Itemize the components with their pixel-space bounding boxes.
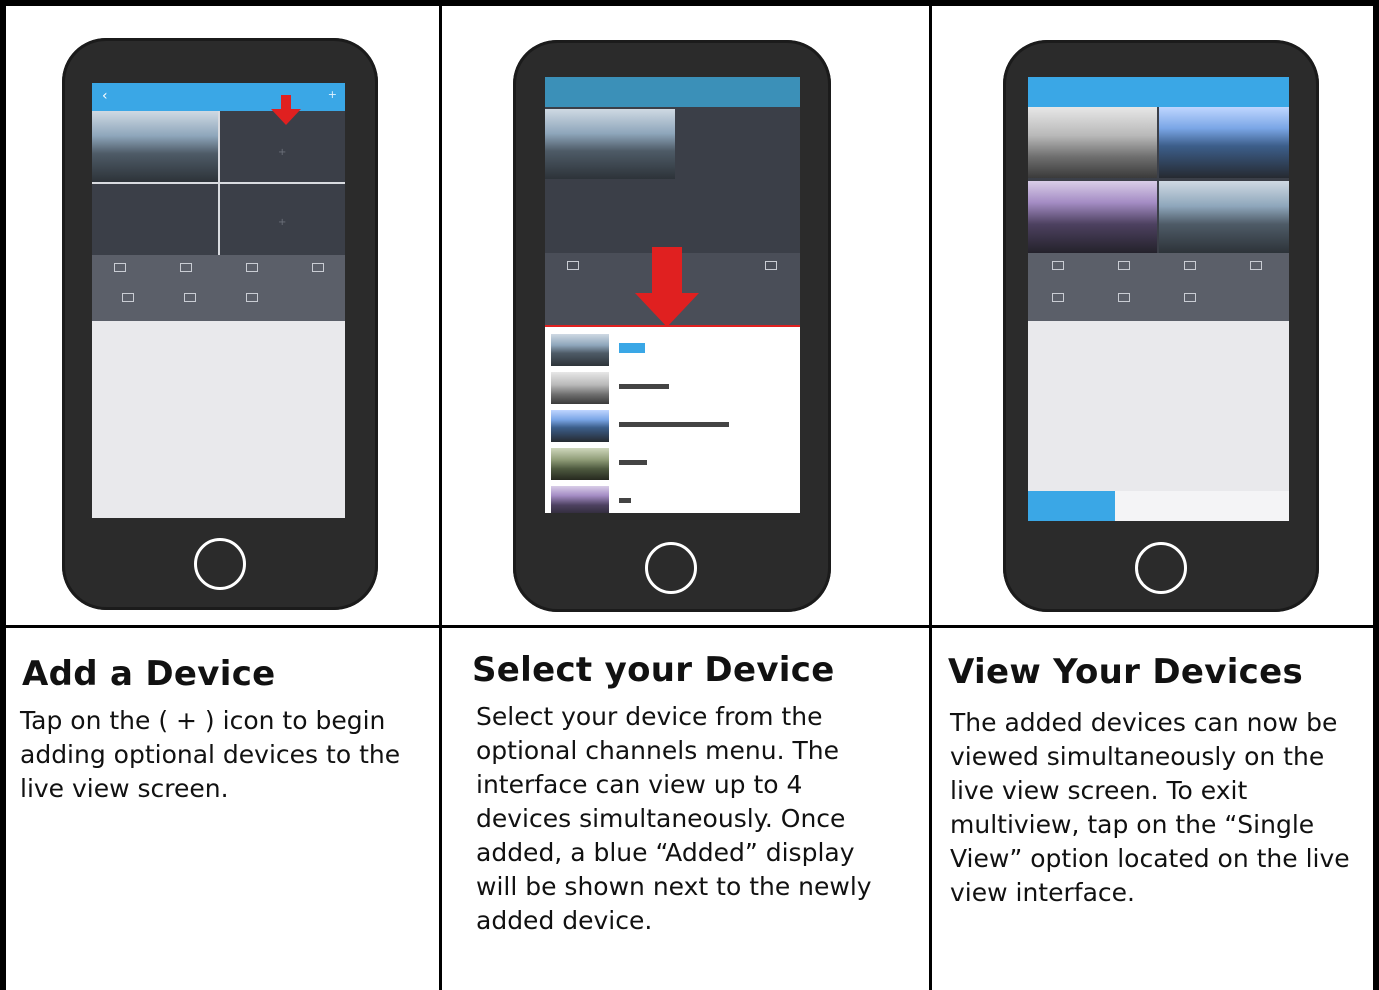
red-down-arrow-head xyxy=(635,293,699,327)
table-border-top xyxy=(0,0,1379,6)
panel-body-text: The added devices can now be viewed simu… xyxy=(950,708,1350,907)
red-down-arrow-icon xyxy=(281,95,291,109)
toolbar-icon[interactable] xyxy=(1118,261,1130,270)
home-button-icon xyxy=(194,538,246,590)
toolbar-icon[interactable] xyxy=(1118,293,1130,302)
phone-illustration-select-device xyxy=(513,40,831,612)
camera-feed[interactable] xyxy=(545,109,675,179)
toolbar-icon[interactable] xyxy=(1052,261,1064,270)
grid-divider xyxy=(92,182,345,184)
device-thumbnail xyxy=(551,372,609,404)
red-down-arrow-icon xyxy=(652,247,682,295)
plus-icon[interactable]: + xyxy=(328,88,337,101)
bottom-tab[interactable] xyxy=(1202,491,1289,521)
device-thumbnail xyxy=(551,410,609,442)
live-view-grid: + + xyxy=(92,111,345,255)
table-divider-2 xyxy=(929,0,932,990)
table-divider-1 xyxy=(439,0,442,990)
toolbar-icon[interactable] xyxy=(1184,261,1196,270)
device-thumbnail xyxy=(551,448,609,480)
phone-illustration-view-devices xyxy=(1003,40,1319,612)
app-header-bar xyxy=(1028,77,1289,107)
bottom-tab-active[interactable] xyxy=(1028,491,1115,521)
bottom-tab[interactable] xyxy=(1115,491,1202,521)
camera-feed[interactable] xyxy=(1159,107,1289,178)
device-name xyxy=(619,460,647,465)
toolbar-icon[interactable] xyxy=(246,293,258,302)
table-row-divider xyxy=(0,625,1379,628)
toolbar-icon[interactable] xyxy=(1250,261,1262,270)
live-view-grid xyxy=(545,107,800,253)
list-item[interactable] xyxy=(545,407,800,445)
toolbar-icon[interactable] xyxy=(1052,293,1064,302)
panel-heading: View Your Devices xyxy=(948,652,1303,692)
toolbar-icon[interactable] xyxy=(122,293,134,302)
toolbar-icon[interactable] xyxy=(765,261,777,270)
app-header-bar: ‹ + xyxy=(92,83,345,111)
phone-screen: ‹ + + + xyxy=(92,83,345,518)
device-name xyxy=(619,384,669,389)
toolbar-icon[interactable] xyxy=(180,263,192,272)
optional-channels-menu xyxy=(545,325,800,513)
list-item[interactable] xyxy=(545,331,800,369)
toolbar-icon[interactable] xyxy=(114,263,126,272)
device-name xyxy=(619,498,631,503)
empty-channel-plus-icon[interactable]: + xyxy=(278,217,286,228)
list-item[interactable] xyxy=(545,445,800,483)
home-button-icon xyxy=(1135,542,1187,594)
instruction-table: ‹ + + + Add a Device Tap on the (+) ic… xyxy=(0,0,1379,990)
device-name xyxy=(619,422,729,427)
camera-feed[interactable] xyxy=(1159,181,1289,253)
panel-body-text: Select your device from the optional cha… xyxy=(476,702,872,935)
added-badge xyxy=(619,343,645,353)
list-item[interactable] xyxy=(545,369,800,407)
table-border-right xyxy=(1373,0,1379,990)
panel-body-text: Tap on the ( + ) icon to begin adding op… xyxy=(20,706,401,803)
toolbar-icon[interactable] xyxy=(567,261,579,270)
list-item[interactable] xyxy=(545,483,800,513)
camera-feed[interactable] xyxy=(1028,181,1157,253)
phone-illustration-add-device: ‹ + + + xyxy=(62,38,378,610)
camera-feed[interactable] xyxy=(1028,107,1157,178)
home-button-icon xyxy=(645,542,697,594)
red-down-arrow-head xyxy=(271,109,301,125)
toolbar-icon[interactable] xyxy=(246,263,258,272)
phone-screen xyxy=(545,77,800,513)
phone-screen xyxy=(1028,77,1289,521)
live-view-grid xyxy=(1028,107,1289,253)
panel-heading: Select your Device xyxy=(472,650,835,690)
back-arrow-icon[interactable]: ‹ xyxy=(102,88,108,104)
live-view-toolbar xyxy=(92,255,345,321)
panel-heading: Add a Device xyxy=(22,654,276,694)
toolbar-icon[interactable] xyxy=(184,293,196,302)
table-border-left xyxy=(0,0,6,990)
live-view-toolbar xyxy=(1028,253,1289,321)
toolbar-icon[interactable] xyxy=(1184,293,1196,302)
app-header-bar xyxy=(545,77,800,107)
device-thumbnail xyxy=(551,486,609,513)
camera-feed[interactable] xyxy=(92,111,218,182)
empty-channel-plus-icon[interactable]: + xyxy=(278,147,286,158)
toolbar-icon[interactable] xyxy=(312,263,324,272)
device-thumbnail xyxy=(551,334,609,366)
